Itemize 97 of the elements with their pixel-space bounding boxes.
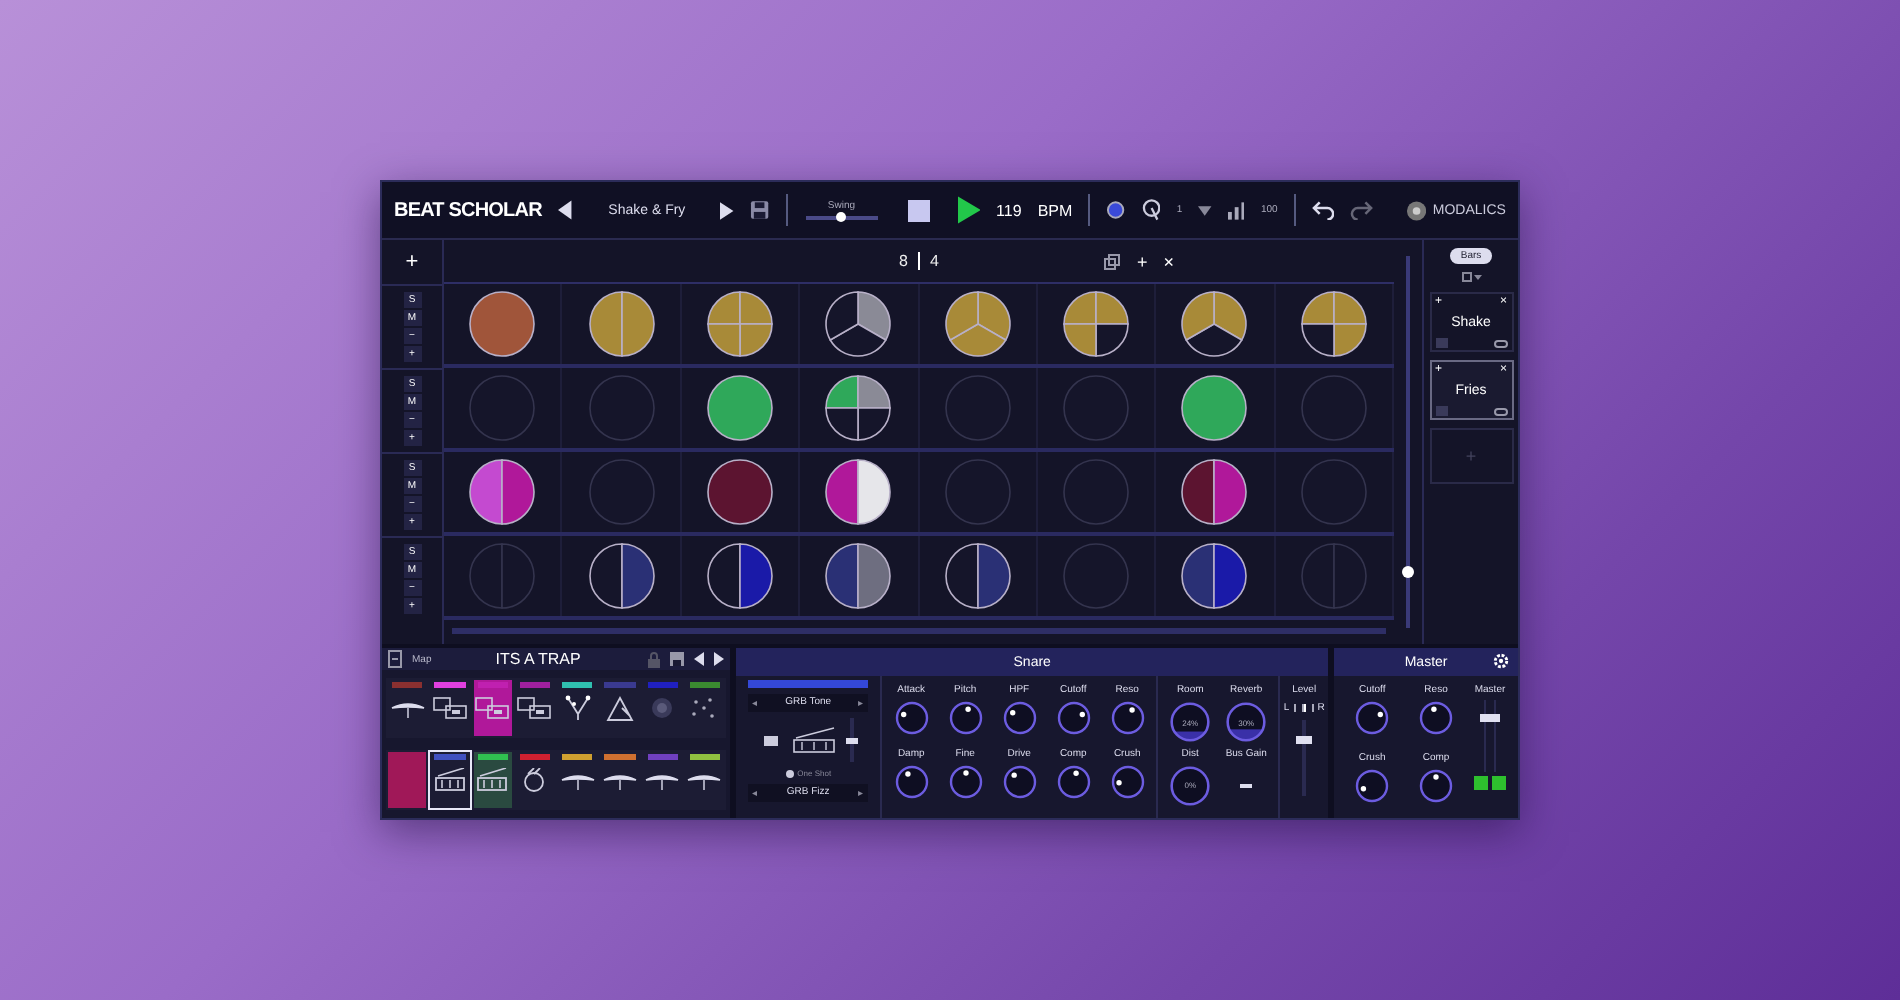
knob[interactable] [1354, 767, 1391, 803]
cymbal-icon [389, 698, 426, 718]
tempo-unit: BPM [1037, 201, 1073, 219]
step-pad[interactable] [585, 288, 658, 360]
step-pad[interactable] [822, 372, 895, 444]
step-pad[interactable] [466, 456, 539, 528]
snare-drum-icon [789, 726, 838, 754]
step-pad[interactable] [466, 288, 539, 360]
cymbal-icon [686, 770, 723, 790]
step-pad[interactable] [703, 372, 776, 444]
knob[interactable] [947, 700, 984, 736]
copy-icon[interactable] [1104, 253, 1121, 269]
play-button[interactable] [957, 196, 981, 224]
drum-pad[interactable] [428, 750, 472, 810]
drum-pad[interactable] [386, 678, 429, 738]
knob[interactable] [1055, 700, 1092, 736]
knob[interactable] [1354, 700, 1391, 736]
snare-drum-icon [474, 768, 511, 792]
knob[interactable] [1109, 763, 1146, 799]
redo-icon[interactable] [1350, 200, 1374, 220]
step-pad[interactable] [703, 456, 776, 528]
knob[interactable] [1001, 763, 1038, 799]
drum-pad[interactable] [386, 750, 429, 810]
play-icon[interactable] [720, 201, 734, 219]
drum-pad[interactable] [683, 750, 727, 810]
knob[interactable] [1055, 763, 1092, 799]
previous-icon[interactable] [557, 200, 574, 220]
step-pad[interactable] [1178, 372, 1251, 444]
output-meter-icon [1474, 776, 1506, 790]
step-pad[interactable] [822, 540, 895, 612]
knob[interactable] [947, 763, 984, 799]
next-icon[interactable] [714, 652, 725, 666]
step-pad[interactable] [703, 540, 776, 612]
drum-machine-icon [431, 696, 468, 720]
knob[interactable] [1109, 700, 1146, 736]
save-icon[interactable] [749, 200, 770, 220]
close-button[interactable]: × [1163, 251, 1174, 271]
knob[interactable] [1001, 700, 1038, 736]
folder-icon[interactable] [763, 735, 778, 745]
step-pad[interactable] [1178, 288, 1251, 360]
knob[interactable] [1418, 700, 1455, 736]
one-shot-toggle[interactable] [785, 769, 794, 777]
level-fader[interactable] [1302, 720, 1307, 796]
knob[interactable] [893, 763, 930, 799]
app-logo: BEAT SCHOLAR [394, 199, 542, 221]
step-pad[interactable] [1178, 456, 1251, 528]
step-pad[interactable] [941, 540, 1014, 612]
step-count[interactable]: 8 [899, 252, 908, 270]
dots-icon [690, 696, 719, 720]
sample-level-slider[interactable] [849, 718, 854, 762]
link-icon[interactable] [1493, 339, 1507, 347]
bars-icon[interactable] [1227, 201, 1245, 219]
record-button[interactable] [1106, 200, 1126, 220]
step-pad[interactable] [822, 288, 895, 360]
step-pad[interactable] [1178, 540, 1251, 612]
step-pad[interactable] [1060, 288, 1133, 360]
add-track-button[interactable]: + [405, 250, 419, 274]
link-icon[interactable] [1493, 407, 1507, 415]
knob[interactable] [893, 700, 930, 736]
kit-name[interactable]: ITS A TRAP [462, 650, 615, 668]
stop-button[interactable] [907, 199, 930, 221]
hand-drum-icon [522, 768, 547, 792]
horizontal-scrollbar[interactable] [452, 628, 1386, 634]
caret-icon[interactable] [1198, 205, 1212, 215]
cymbal-icon [601, 770, 638, 790]
dropdown-icon[interactable] [1461, 272, 1481, 284]
pan-slider[interactable] [1293, 704, 1314, 712]
step-pad[interactable] [585, 540, 658, 612]
drum-pad[interactable] [471, 750, 514, 810]
division-count[interactable]: 4 [930, 252, 939, 270]
tempo-value[interactable]: 119 [996, 201, 1022, 219]
menu-icon[interactable] [388, 650, 402, 668]
drum-pad[interactable] [471, 678, 514, 738]
master-fader[interactable] [1484, 700, 1496, 772]
step-pad[interactable] [1297, 288, 1370, 360]
step-pad[interactable] [703, 288, 776, 360]
snare-drum-icon [431, 768, 468, 792]
triangle-icon [605, 695, 634, 721]
drum-pad[interactable] [513, 750, 557, 810]
drum-pad[interactable] [513, 678, 557, 738]
previous-icon[interactable] [694, 652, 705, 666]
cymbal-icon [644, 770, 681, 790]
undo-icon[interactable] [1311, 200, 1335, 220]
drum-pad[interactable] [428, 678, 472, 738]
step-pad[interactable] [941, 288, 1014, 360]
sample-bar [748, 680, 869, 688]
save-icon[interactable] [670, 652, 685, 666]
cymbal-icon [559, 770, 596, 790]
sticks-icon [563, 694, 592, 722]
drum-machine-icon [516, 696, 553, 720]
knob[interactable] [1418, 767, 1455, 803]
drum-machine-icon [474, 696, 511, 720]
metronome-icon[interactable] [1141, 198, 1161, 222]
step-pad[interactable] [822, 456, 895, 528]
settings-icon[interactable] [1492, 652, 1510, 670]
add-button[interactable]: + [1136, 251, 1148, 271]
brand-logo-icon [1405, 199, 1427, 221]
